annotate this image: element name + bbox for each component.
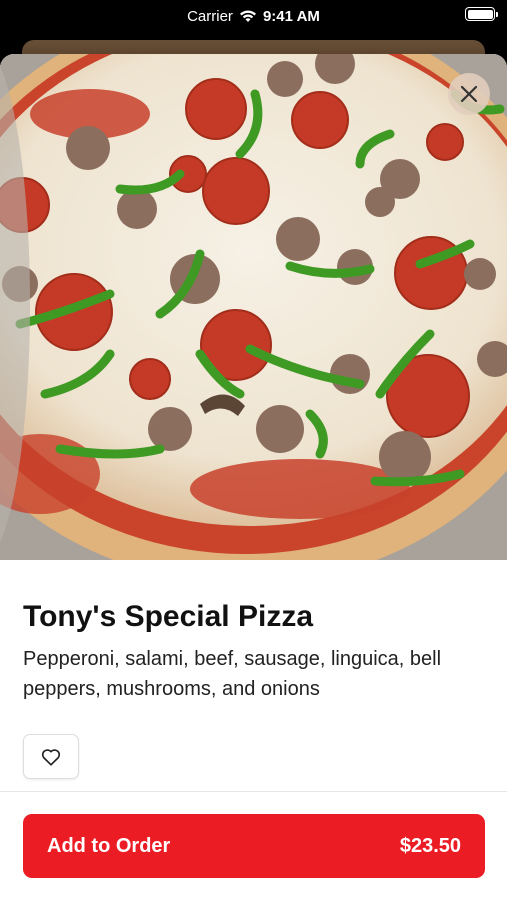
item-detail-sheet: Tony's Special Pizza Pepperoni, salami, … — [0, 54, 507, 900]
divider — [0, 791, 507, 792]
close-button[interactable] — [448, 73, 490, 115]
item-description: Pepperoni, salami, beef, sausage, lingui… — [23, 648, 442, 700]
wifi-icon — [239, 10, 256, 22]
status-center: Carrier 9:41 AM — [187, 8, 320, 25]
heart-icon — [41, 748, 61, 766]
battery-icon — [465, 7, 498, 21]
add-to-order-label: Add to Order — [47, 834, 171, 857]
favorite-button[interactable] — [23, 734, 79, 779]
item-title: Tony's Special Pizza — [23, 600, 314, 633]
status-time: 9:41 AM — [262, 7, 320, 25]
item-image — [0, 54, 507, 560]
status-bar: Carrier 9:41 AM — [0, 0, 507, 32]
carrier-label: Carrier — [187, 7, 233, 25]
close-icon — [460, 85, 478, 103]
item-price: $23.50 — [399, 834, 461, 857]
add-to-order-button[interactable]: Add to Order $23.50 — [23, 814, 485, 878]
